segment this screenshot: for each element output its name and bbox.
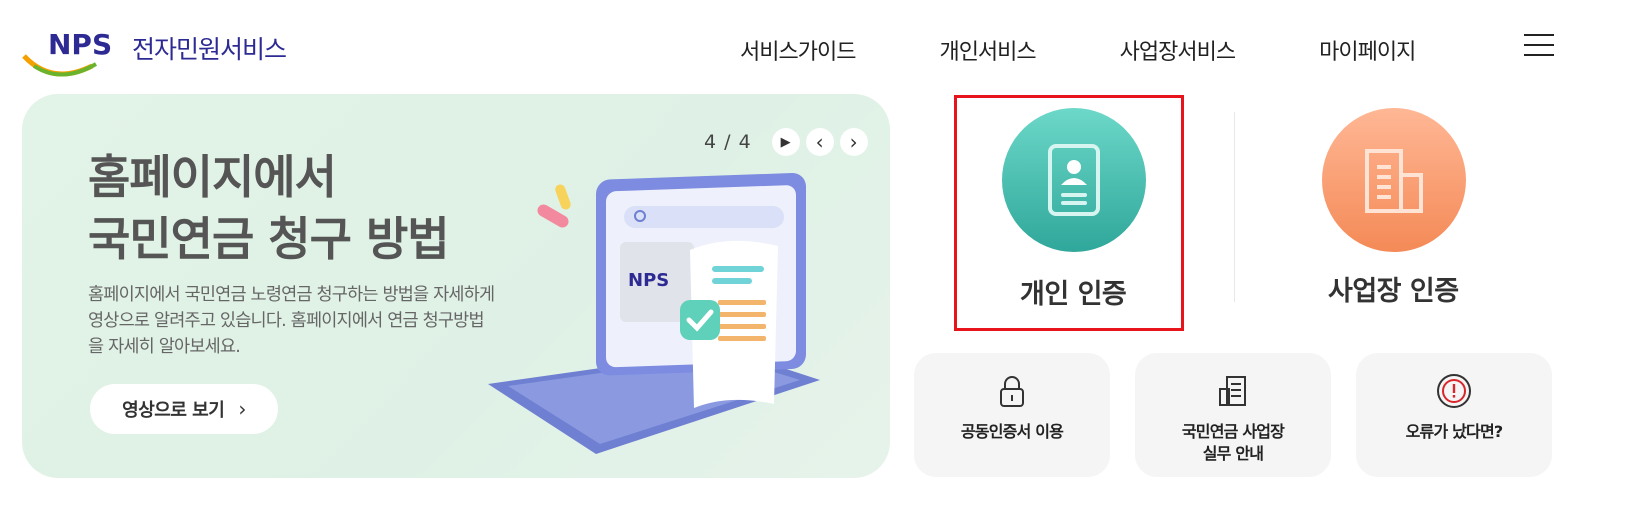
nav-business-service[interactable]: 사업장서비스 [1120, 34, 1236, 66]
nav-mypage[interactable]: 마이페이지 [1319, 34, 1416, 66]
global-nav: 서비스가이드 개인서비스 사업장서비스 마이페이지 [740, 34, 1416, 66]
nav-service-guide[interactable]: 서비스가이드 [740, 34, 856, 66]
logo-service-name: 전자민원서비스 [132, 35, 287, 64]
auth-divider [1234, 112, 1235, 302]
nav-personal-service[interactable]: 개인서비스 [939, 34, 1036, 66]
svg-text:NPS: NPS [628, 270, 669, 291]
nps-logo-icon: NPS [22, 28, 112, 77]
next-slide-icon[interactable]: › [839, 128, 868, 156]
business-guide-label-line2: 실무 안내 [1202, 444, 1264, 463]
pager-count: 4 / 4 [704, 131, 752, 153]
business-auth-label: 사업장 인증 [1328, 276, 1459, 307]
site-logo[interactable]: NPS 전자민원서비스 [22, 26, 312, 82]
svg-text:NPS: NPS [48, 28, 112, 61]
personal-auth-label: 개인 인증 [1020, 279, 1127, 310]
business-auth-button[interactable]: 사업장 인증 [1300, 95, 1500, 331]
site-header: NPS 전자민원서비스 서비스가이드 개인서비스 사업장서비스 마이페이지 [0, 0, 1639, 92]
document-icon [1219, 376, 1246, 406]
banner-description: 홈페이지에서 국민연금 노령연금 청구하는 방법을 자세하게 영상으로 알려주고… [88, 285, 495, 357]
main-banner: 홈페이지에서 국민연금 청구 방법 홈페이지에서 국민연금 노령연금 청구하는 … [22, 94, 890, 478]
banner-pager: 4 / 4 ▶ ‹ › [704, 128, 874, 156]
watch-video-label: 영상으로 보기 [122, 400, 225, 421]
error-help-label: 오류가 났다면? [1405, 422, 1504, 441]
business-guide-label: 국민연금 사업장 실무 안내 [1135, 421, 1331, 465]
play-icon[interactable]: ▶ [771, 128, 800, 156]
banner-title: 홈페이지에서 국민연금 청구 방법 [88, 146, 450, 270]
error-help-card[interactable]: 오류가 났다면? [1356, 353, 1552, 477]
business-guide-label-line1: 국민연금 사업장 [1181, 422, 1285, 441]
joint-certificate-label: 공동인증서 이용 [960, 422, 1064, 441]
prev-slide-icon[interactable]: ‹ [805, 128, 834, 156]
business-guide-card[interactable]: 국민연금 사업장 실무 안내 [1135, 353, 1331, 477]
banner-title-line1: 홈페이지에서 [88, 150, 337, 204]
hamburger-icon[interactable] [1524, 34, 1554, 58]
chevron-right-icon: › [238, 397, 246, 421]
id-card-icon [1048, 144, 1100, 216]
watch-video-button[interactable]: 영상으로 보기 › [90, 384, 278, 434]
banner-title-line2: 국민연금 청구 방법 [88, 212, 450, 266]
building-icon [1365, 149, 1423, 213]
personal-auth-button[interactable]: 개인 인증 [954, 95, 1184, 331]
lock-icon [1000, 376, 1024, 407]
business-auth-badge [1322, 108, 1466, 252]
warning-icon [1437, 374, 1471, 408]
personal-auth-badge [1002, 108, 1146, 252]
laptop-illustration: NPS [488, 173, 820, 454]
joint-certificate-card[interactable]: 공동인증서 이용 [914, 353, 1110, 477]
